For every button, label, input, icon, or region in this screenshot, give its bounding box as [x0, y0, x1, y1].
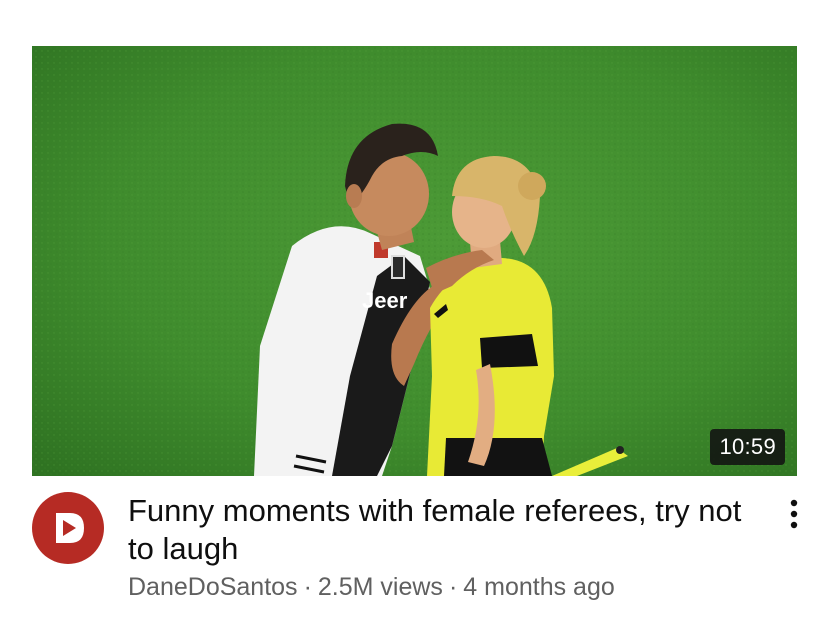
thumbnail-image: Jeer: [32, 46, 797, 476]
video-metadata: DaneDoSantos · 2.5M views · 4 months ago: [128, 571, 615, 603]
svg-text:Jeer: Jeer: [362, 288, 408, 313]
more-options-button[interactable]: [776, 492, 812, 536]
meta-separator: ·: [303, 573, 312, 601]
video-thumbnail[interactable]: Jeer 10:59: [32, 46, 797, 476]
channel-name[interactable]: DaneDoSantos: [128, 573, 298, 601]
view-count: 2.5M views: [317, 573, 443, 601]
play-d-logo-icon: [56, 513, 84, 543]
video-duration-badge: 10:59: [710, 429, 785, 465]
video-title[interactable]: Funny moments with female referees, try …: [128, 492, 748, 568]
upload-age: 4 months ago: [463, 573, 615, 601]
more-vertical-icon: [790, 499, 798, 529]
video-card[interactable]: Jeer 10:59 Funny moments with female ref…: [0, 0, 827, 628]
channel-avatar[interactable]: [32, 492, 104, 564]
meta-separator: ·: [448, 573, 458, 601]
